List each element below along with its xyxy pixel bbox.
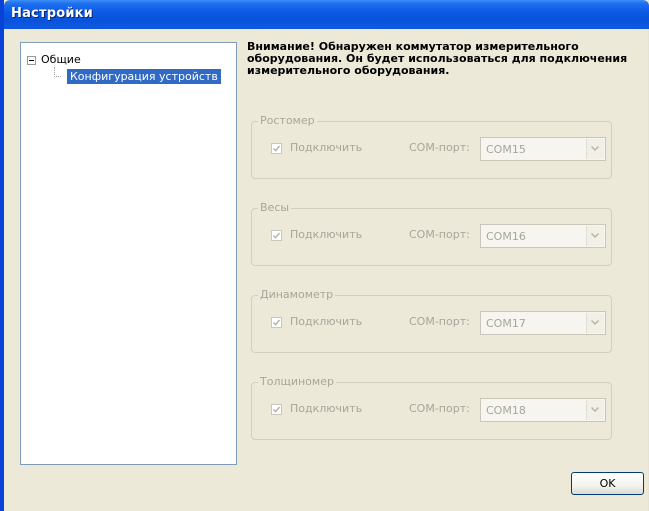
group-title: Динамометр [258,288,336,301]
settings-tree[interactable]: Общие Конфигурация устройств [20,42,237,465]
group-title: Ростомер [258,114,317,127]
window-title: Настройки [11,6,93,21]
checkmark-icon [273,406,280,413]
checkmark-icon [273,232,280,239]
connect-checkbox[interactable] [271,230,282,241]
tree-connector-line [54,67,61,77]
com-port-select[interactable]: COM15 [480,137,606,161]
checkmark-icon [273,319,280,326]
dropdown-button[interactable] [586,139,604,159]
dropdown-button[interactable] [586,313,604,333]
group-height-meter: Ростомер Подключить COM-порт: COM15 [251,114,612,179]
chevron-down-icon [591,407,599,412]
connect-checkbox[interactable] [271,317,282,328]
com-port-value: COM17 [486,317,526,330]
connect-label: Подключить [290,402,363,415]
connect-label: Подключить [290,141,363,154]
settings-window: Настройки Общие Конфигурация устройств В… [0,0,649,511]
connect-label: Подключить [290,315,363,328]
dropdown-button[interactable] [586,226,604,246]
group-dynamometer: Динамометр Подключить COM-порт: COM17 [251,288,612,353]
connect-checkbox[interactable] [271,404,282,415]
com-port-label: COM-порт: [409,315,470,328]
switch-detected-warning: Внимание! Обнаружен коммутатор измерител… [247,40,628,77]
com-port-label: COM-порт: [409,402,470,415]
com-port-value: COM15 [486,143,526,156]
group-thickness-gauge: Толщиномер Подключить COM-порт: COM18 [251,375,612,440]
com-port-label: COM-порт: [409,228,470,241]
tree-node-device-config[interactable]: Конфигурация устройств [67,69,221,84]
tree-node-general[interactable]: Общие [41,53,81,66]
com-port-value: COM16 [486,230,526,243]
connect-label: Подключить [290,228,363,241]
tree-collapse-icon[interactable] [27,56,36,65]
group-title: Весы [258,201,292,214]
group-scales: Весы Подключить COM-порт: COM16 [251,201,612,266]
com-port-select[interactable]: COM17 [480,311,606,335]
ok-button[interactable]: OK [571,472,644,495]
chevron-down-icon [591,320,599,325]
dropdown-button[interactable] [586,400,604,420]
com-port-select[interactable]: COM18 [480,398,606,422]
chevron-down-icon [591,233,599,238]
com-port-value: COM18 [486,404,526,417]
com-port-label: COM-порт: [409,141,470,154]
com-port-select[interactable]: COM16 [480,224,606,248]
chevron-down-icon [591,146,599,151]
group-title: Толщиномер [258,375,336,388]
title-bar[interactable]: Настройки [4,0,649,29]
checkmark-icon [273,145,280,152]
connect-checkbox[interactable] [271,143,282,154]
